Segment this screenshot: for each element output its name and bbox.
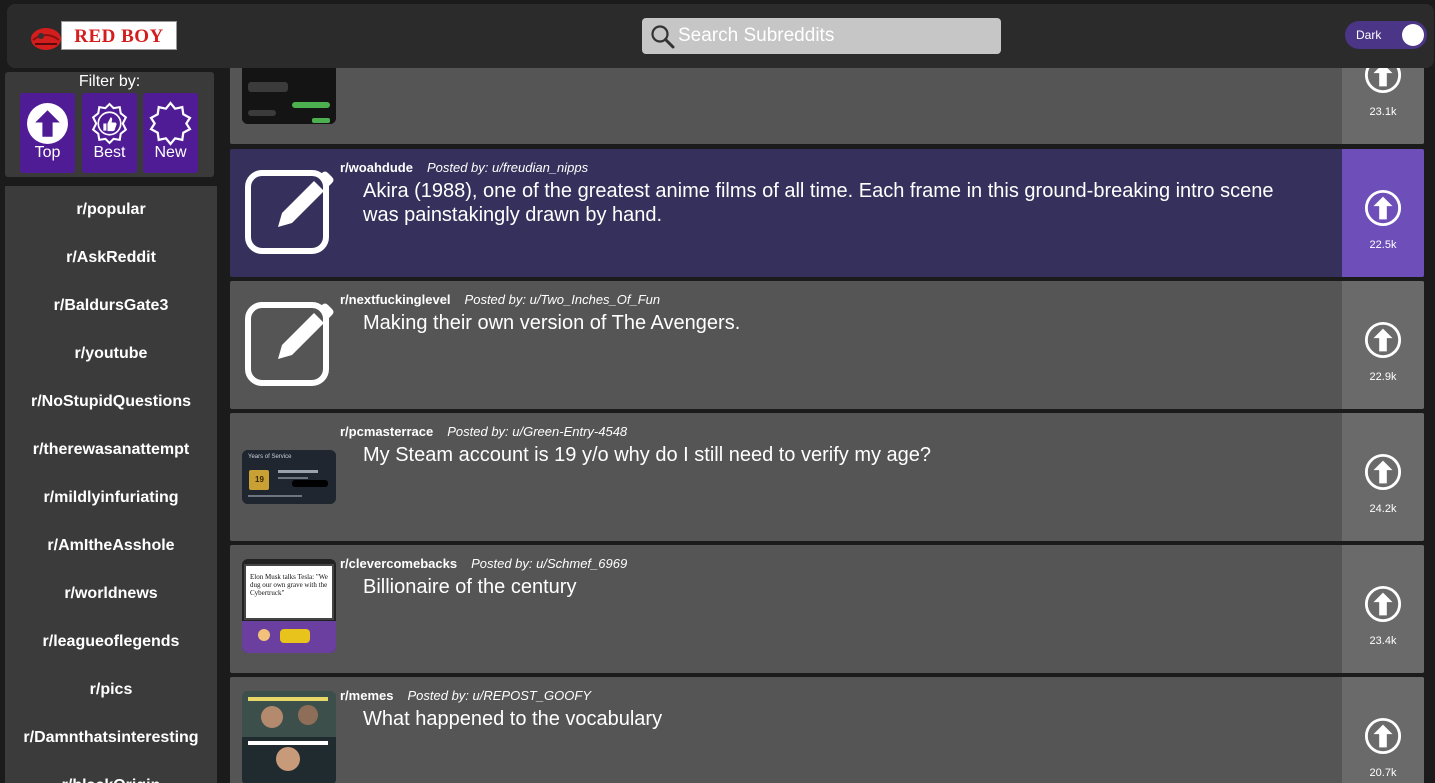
vote-panel: 23.4k — [1342, 545, 1424, 673]
post-thumbnail[interactable] — [242, 691, 336, 783]
post-card[interactable]: r/nextfuckinglevel Posted by: u/Two_Inche… — [230, 281, 1424, 409]
post-title[interactable]: Akira (1988), one of the greatest anime … — [363, 179, 1303, 227]
steam-heading: Years of Service — [248, 454, 292, 460]
post-author[interactable]: Posted by: u/Two_Inches_Of_Fun — [465, 292, 661, 307]
post-feed: 23.1k r/woahdude Posted by: u/freudian_ni… — [230, 0, 1424, 783]
upvote-icon[interactable] — [1364, 717, 1402, 755]
post-author[interactable]: Posted by: u/Schmef_6969 — [471, 556, 627, 571]
logo-text: RED BOY — [74, 26, 164, 47]
news-headline: Elon Musk talks Tesla: "We dug our own g… — [250, 573, 328, 597]
sidebar-item-nostupidquestions[interactable]: r/NoStupidQuestions — [5, 378, 217, 426]
filter-panel: Filter by: Top Best New — [5, 72, 214, 177]
edit-icon — [245, 302, 334, 386]
sidebar-item-askreddit[interactable]: r/AskReddit — [5, 234, 217, 282]
sidebar-item-popular[interactable]: r/popular — [5, 186, 217, 234]
post-subreddit[interactable]: r/pcmasterrace — [340, 424, 433, 439]
upvote-icon[interactable] — [1364, 321, 1402, 359]
steam-badge-number: 19 — [255, 475, 264, 484]
sidebar-item-pics[interactable]: r/pics — [5, 666, 217, 714]
sidebar-item-mildlyinfuriating[interactable]: r/mildlyinfuriating — [5, 474, 217, 522]
vote-count: 22.5k — [1369, 239, 1397, 251]
post-subreddit[interactable]: r/woahdude — [340, 160, 413, 175]
sidebar-item-damnthatsinteresting[interactable]: r/Damnthatsinteresting — [5, 714, 217, 762]
filter-top-label: Top — [34, 144, 61, 161]
vote-count: 22.9k — [1369, 371, 1397, 383]
post-card[interactable]: Years of Service 19 r/pcmasterrace Posted… — [230, 413, 1424, 541]
sidebar-item-blackorigin[interactable]: r/blackOrigin — [5, 762, 217, 783]
sidebar-item-youtube[interactable]: r/youtube — [5, 330, 217, 378]
post-subreddit[interactable]: r/nextfuckinglevel — [340, 292, 451, 307]
post-card[interactable]: r/woahdude Posted by: u/freudian_nipps Ak… — [230, 149, 1424, 277]
filter-best-label: Best — [93, 144, 126, 161]
vote-panel: 24.2k — [1342, 413, 1424, 541]
sidebar-item-leagueoflegends[interactable]: r/leagueoflegends — [5, 618, 217, 666]
upvote-icon[interactable] — [1364, 453, 1402, 491]
post-meta: r/nextfuckinglevel Posted by: u/Two_Inche… — [340, 292, 660, 307]
theme-toggle-label: Dark — [1356, 28, 1382, 42]
filter-new-button[interactable]: New — [143, 93, 198, 173]
vote-count: 20.7k — [1369, 767, 1397, 779]
badge-thumbs-up-icon — [91, 102, 128, 145]
upvote-icon[interactable] — [1364, 189, 1402, 227]
vote-count: 23.4k — [1369, 635, 1397, 647]
post-title[interactable]: Billionaire of the century — [363, 575, 1303, 599]
sidebar-item-worldnews[interactable]: r/worldnews — [5, 570, 217, 618]
vote-count: 24.2k — [1369, 503, 1397, 515]
search-icon — [651, 25, 675, 49]
vote-count: 23.1k — [1369, 106, 1397, 118]
sidebar-item-amitheasshole[interactable]: r/AmItheAsshole — [5, 522, 217, 570]
filter-title: Filter by: — [78, 73, 141, 90]
sidebar-item-baldursgate3[interactable]: r/BaldursGate3 — [5, 282, 217, 330]
post-title[interactable]: My Steam account is 19 y/o why do I stil… — [363, 443, 1303, 467]
post-thumbnail[interactable] — [242, 163, 336, 257]
toggle-knob — [1402, 24, 1424, 46]
post-card[interactable]: Elon Musk talks Tesla: "We dug our own g… — [230, 545, 1424, 673]
post-author[interactable]: Posted by: u/Green-Entry-4548 — [447, 424, 627, 439]
subreddit-sidebar: r/popular r/AskReddit r/BaldursGate3 r/y… — [5, 186, 217, 783]
search-input[interactable] — [678, 18, 996, 54]
logo-wordmark[interactable]: RED BOY — [61, 21, 177, 50]
edit-icon — [245, 170, 334, 254]
post-card[interactable]: r/memes Posted by: u/REPOST_GOOFY What ha… — [230, 677, 1424, 783]
post-meta: r/pcmasterrace Posted by: u/Green-Entry-4… — [340, 424, 627, 439]
post-thumbnail[interactable]: Years of Service 19 — [242, 450, 336, 504]
filter-new-label: New — [154, 144, 187, 161]
vote-panel: 22.9k — [1342, 281, 1424, 409]
meme-photo-thumbnail — [242, 691, 336, 783]
upvote-icon[interactable] — [1364, 585, 1402, 623]
post-subreddit[interactable]: r/memes — [340, 688, 393, 703]
starburst-badge-icon — [149, 101, 192, 146]
post-subreddit[interactable]: r/clevercomebacks — [340, 556, 457, 571]
app-header: RED BOY Dark — [7, 4, 1434, 68]
post-title[interactable]: What happened to the vocabulary — [363, 707, 1303, 731]
search-bar[interactable] — [642, 18, 1001, 54]
vote-panel: 20.7k — [1342, 677, 1424, 783]
post-author[interactable]: Posted by: u/REPOST_GOOFY — [407, 688, 591, 703]
post-meta: r/clevercomebacks Posted by: u/Schmef_696… — [340, 556, 627, 571]
theme-toggle[interactable]: Dark — [1345, 21, 1427, 49]
post-thumbnail[interactable] — [242, 295, 336, 389]
arrow-up-circle-icon — [27, 103, 68, 144]
vote-panel: 22.5k — [1342, 149, 1424, 277]
sidebar-item-therewasanattempt[interactable]: r/therewasanattempt — [5, 426, 217, 474]
post-meta: r/woahdude Posted by: u/freudian_nipps — [340, 160, 588, 175]
filter-best-button[interactable]: Best — [82, 93, 137, 173]
red-helmet-logo-icon — [31, 28, 61, 50]
post-title[interactable]: Making their own version of The Avengers… — [363, 311, 1303, 335]
post-author[interactable]: Posted by: u/freudian_nipps — [427, 160, 588, 175]
post-thumbnail[interactable]: Elon Musk talks Tesla: "We dug our own g… — [242, 559, 336, 653]
post-meta: r/memes Posted by: u/REPOST_GOOFY — [340, 688, 591, 703]
filter-top-button[interactable]: Top — [20, 93, 75, 173]
